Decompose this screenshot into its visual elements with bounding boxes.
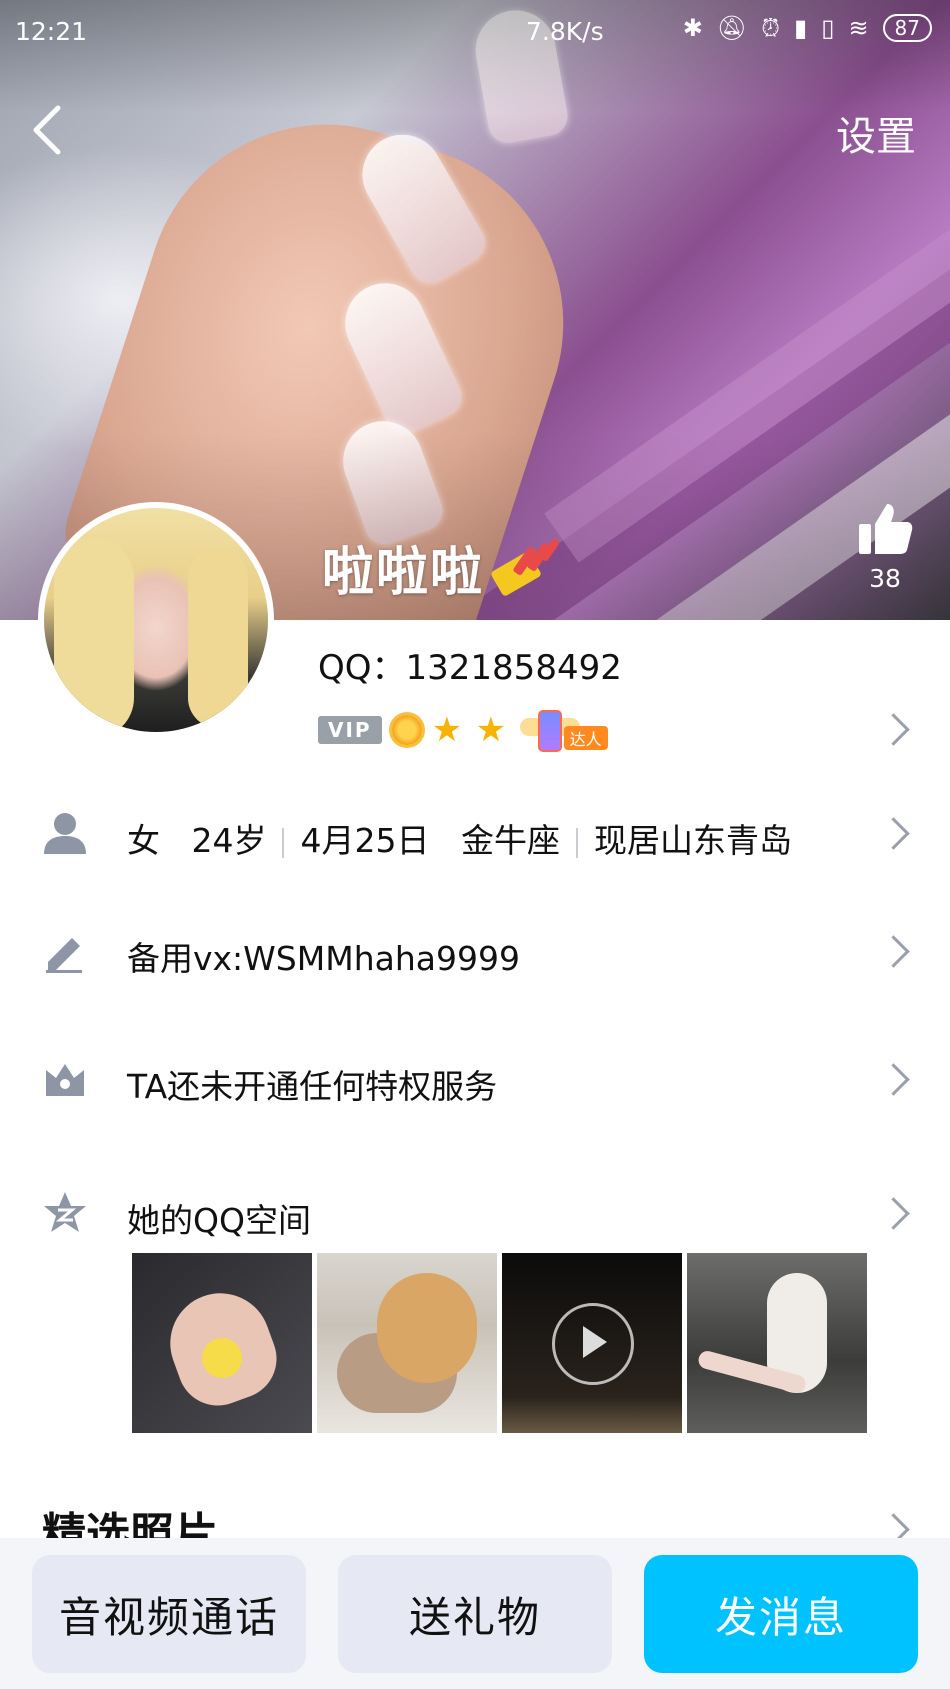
nickname: 啦啦啦	[322, 530, 560, 605]
chevron-left-icon	[33, 105, 61, 155]
like-count: 38	[869, 564, 901, 593]
basic-info-row[interactable]: 女 24岁 4月25日 金牛座 现居山东青岛	[0, 800, 950, 866]
age: 24岁	[191, 821, 267, 860]
chevron-right-icon[interactable]	[877, 713, 910, 746]
daren-badge: 达人	[519, 710, 616, 752]
chevron-right-icon	[877, 1197, 910, 1230]
birthday: 4月25日	[300, 821, 430, 860]
signal-none-icon: ▯	[821, 14, 835, 42]
location: 现居山东青岛	[593, 821, 792, 860]
zodiac: 金牛座	[460, 821, 560, 860]
signature-text: 备用vx:WSMMhaha9999	[127, 939, 520, 978]
gender: 女	[127, 821, 160, 860]
divider	[575, 827, 578, 858]
status-bar: 12:21 7.8K/s ✱ 🔕︎ ⏰︎ ▮ ▯ ≋ 87	[0, 0, 950, 60]
daren-label: 达人	[563, 726, 608, 750]
bluetooth-icon: ✱	[682, 14, 703, 42]
vip-badge: VIP	[318, 716, 382, 744]
chevron-right-icon	[877, 935, 910, 968]
chevron-right-icon	[877, 817, 910, 850]
divider	[282, 827, 285, 858]
mute-bell-icon: 🔕︎	[716, 14, 748, 42]
qzone-photo[interactable]	[317, 1253, 497, 1433]
crown-icon	[46, 1064, 84, 1096]
avatar[interactable]	[38, 502, 274, 738]
qzone-photo[interactable]	[132, 1253, 312, 1433]
video-call-button[interactable]: 音视频通话	[32, 1555, 306, 1673]
person-icon	[44, 813, 86, 854]
pencil-icon	[46, 938, 82, 973]
star-level-icon: ★	[475, 710, 507, 750]
sun-level-icon	[391, 715, 422, 745]
nail-polish-icon	[491, 538, 559, 596]
star-level-icon: ★	[431, 710, 463, 750]
send-gift-button[interactable]: 送礼物	[338, 1555, 612, 1673]
qzone-text: 她的QQ空间	[127, 1201, 311, 1240]
send-message-button[interactable]: 发消息	[644, 1555, 918, 1673]
avatar-image	[44, 508, 268, 732]
wifi-icon: ≋	[848, 14, 869, 42]
privilege-text: TA还未开通任何特权服务	[127, 1067, 498, 1106]
status-icons: ✱ 🔕︎ ⏰︎ ▮ ▯ ≋ 87	[683, 14, 932, 42]
signal-hd-icon: ▮	[794, 14, 808, 42]
like-button[interactable]: 38	[855, 502, 915, 593]
battery-icon: 87	[882, 14, 932, 42]
qzone-photo[interactable]	[687, 1253, 867, 1433]
qq-number[interactable]: QQ：1321858492	[318, 640, 622, 689]
thumbs-up-icon	[859, 504, 913, 554]
basic-info-text: 女 24岁 4月25日 金牛座 现居山东青岛	[127, 814, 792, 862]
qzone-video[interactable]	[502, 1253, 682, 1433]
play-icon	[552, 1303, 634, 1385]
nickname-text: 啦啦啦	[322, 543, 485, 603]
settings-button[interactable]: 设置	[836, 104, 916, 162]
status-time: 12:21	[15, 17, 88, 46]
signature-row[interactable]: 备用vx:WSMMhaha9999	[0, 918, 950, 984]
qzone-thumbnails	[132, 1253, 867, 1433]
alarm-icon: ⏰︎	[761, 14, 780, 42]
chevron-right-icon	[877, 1063, 910, 1096]
qzone-star-icon	[44, 1192, 86, 1232]
privilege-row[interactable]: TA还未开通任何特权服务	[0, 1046, 950, 1112]
status-net-speed: 7.8K/s	[526, 17, 604, 46]
badge-row[interactable]: VIP ★ ★ 达人	[318, 710, 616, 752]
qzone-row[interactable]: 她的QQ空间	[0, 1180, 950, 1246]
back-button[interactable]	[26, 100, 76, 160]
